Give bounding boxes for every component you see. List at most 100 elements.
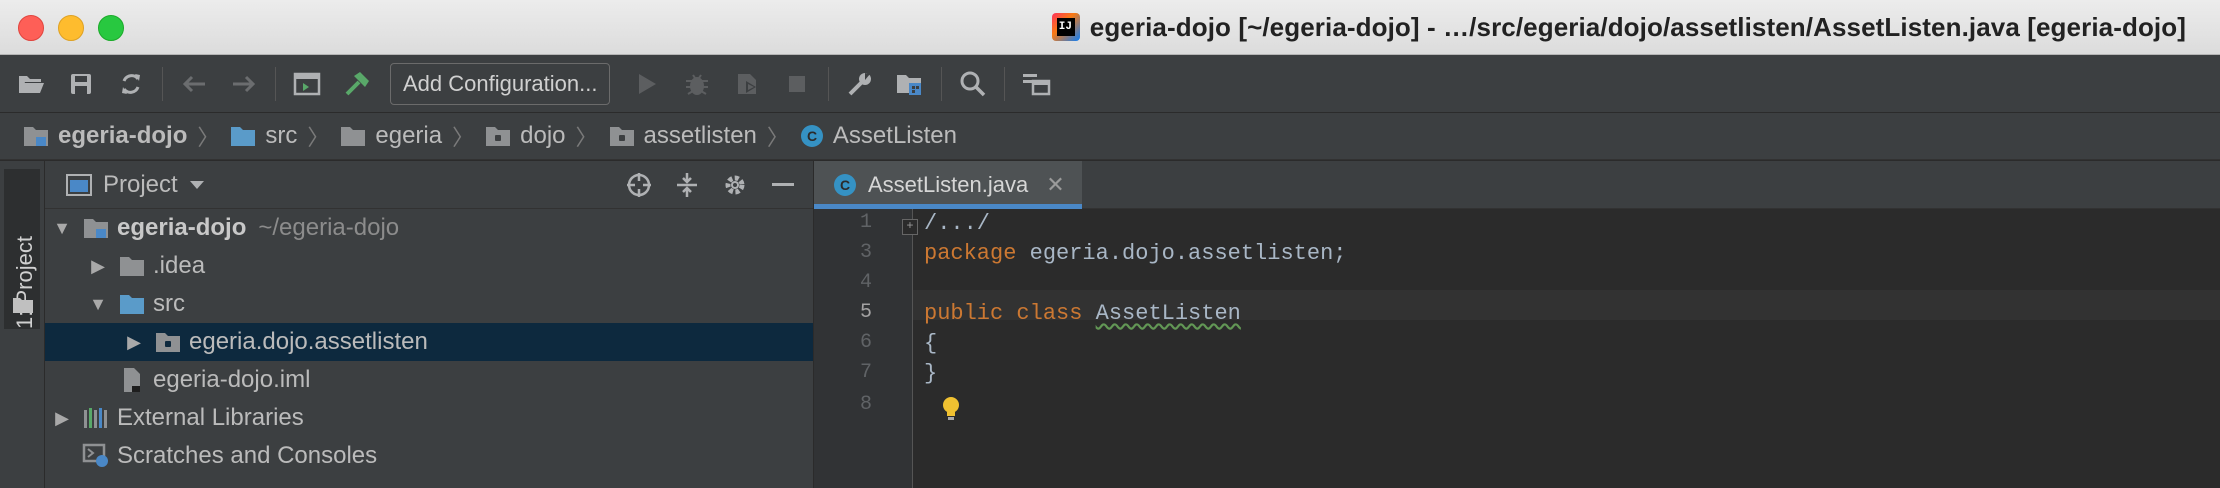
forward-arrow-icon[interactable] (219, 61, 269, 107)
stop-icon[interactable] (772, 61, 822, 107)
line-number: 3 (859, 241, 872, 264)
code-line-7: } (924, 359, 937, 389)
package-folder-icon (153, 329, 183, 355)
package-folder-icon (609, 127, 634, 146)
svg-text:C: C (840, 177, 850, 193)
package-name: egeria.dojo.assetlisten; (1016, 241, 1347, 266)
project-panel-header: Project (45, 161, 813, 209)
line-number-gutter[interactable]: 1 3 4 5 6 7 8 (814, 209, 913, 488)
project-panel-title: Project (103, 170, 178, 198)
code-line-5: public class AssetListen (924, 299, 1241, 329)
presentation-mode-icon[interactable] (1011, 61, 1061, 107)
editor-tab-assetlisten[interactable]: C AssetListen.java ✕ (814, 161, 1082, 209)
breadcrumb-separator: 〉 (575, 125, 598, 150)
breadcrumb-separator: 〉 (197, 125, 220, 150)
add-configuration-button[interactable]: Add Configuration... (390, 62, 611, 105)
project-view-selector[interactable]: Project (65, 171, 206, 199)
class-name: AssetListen (1095, 301, 1241, 326)
project-tab-label: 1: Project (12, 236, 37, 329)
gear-icon[interactable] (713, 167, 757, 203)
close-tab-icon[interactable]: ✕ (1046, 172, 1064, 198)
code-line-3: package egeria.dojo.assetlisten; (924, 239, 1346, 269)
java-class-icon: C (834, 173, 856, 196)
collapsed-arrow-icon[interactable]: ▶ (123, 332, 145, 353)
breadcrumb-item-src[interactable]: src (229, 122, 297, 150)
project-tool-window-tab[interactable]: 1: Project (4, 169, 40, 329)
expanded-arrow-icon[interactable]: ▼ (51, 218, 73, 239)
folder-icon (341, 127, 366, 146)
module-folder-icon (81, 215, 111, 241)
toolbar-separator (275, 66, 276, 101)
editor-tab-bar: C AssetListen.java ✕ (814, 161, 2220, 209)
svg-text:C: C (807, 128, 817, 144)
tree-item-package[interactable]: ▶ egeria.dojo.assetlisten (45, 323, 813, 361)
source-folder-icon (231, 127, 256, 146)
synchronize-icon[interactable] (106, 61, 156, 107)
project-window-icon (66, 173, 92, 196)
breadcrumb: egeria-dojo 〉 src 〉 egeria 〉 dojo 〉 asse… (0, 113, 2220, 160)
keyword-package: package (924, 241, 1017, 266)
tree-item-label: egeria.dojo.assetlisten (189, 328, 428, 355)
toolbar-separator (941, 66, 943, 101)
minimize-panel-icon[interactable] (761, 167, 805, 203)
tree-item-iml[interactable]: egeria-dojo.iml (45, 361, 813, 399)
toolbar-separator (1004, 66, 1006, 101)
code-line-1: /.../ (924, 209, 990, 239)
search-icon[interactable] (948, 61, 998, 107)
breadcrumb-label: egeria-dojo (58, 122, 188, 149)
toolbar-separator (162, 66, 163, 101)
code-line-6: { (924, 329, 937, 359)
build-hammer-icon[interactable] (332, 61, 382, 107)
tree-item-external-libraries[interactable]: ▶ External Libraries (45, 399, 813, 437)
tree-item-src[interactable]: ▼ src (45, 285, 813, 323)
back-arrow-icon[interactable] (169, 61, 219, 107)
tree-item-label: egeria-dojo.iml (153, 366, 311, 393)
breadcrumb-separator: 〉 (766, 125, 789, 150)
collapse-all-icon[interactable] (665, 167, 709, 203)
tree-item-egeria-dojo[interactable]: ▼ egeria-dojo ~/egeria-dojo (45, 209, 813, 247)
tree-item-idea[interactable]: ▶ .idea (45, 247, 813, 285)
run-window-icon[interactable] (282, 61, 332, 107)
libraries-icon (81, 405, 111, 431)
tree-item-scratches[interactable]: Scratches and Consoles (45, 437, 813, 475)
run-icon[interactable] (622, 61, 672, 107)
source-folder-icon (117, 291, 147, 317)
project-panel: Project ▼ egeria-dojo ~/egeria-dojo ▶ .i… (45, 161, 813, 488)
breadcrumb-label: AssetListen (832, 122, 957, 149)
module-folder-icon (24, 127, 48, 146)
open-brace: { (924, 331, 938, 356)
editor-area: C AssetListen.java ✕ 1 3 4 5 6 7 8 + /..… (814, 161, 2220, 488)
project-structure-icon[interactable] (885, 61, 935, 107)
collapsed-arrow-icon[interactable]: ▶ (87, 256, 109, 277)
fold-expand-icon[interactable]: + (902, 219, 918, 235)
expanded-arrow-icon[interactable]: ▼ (87, 294, 109, 315)
debug-bug-icon[interactable] (672, 61, 722, 107)
breadcrumb-item-assetlisten-class[interactable]: C AssetListen (799, 122, 957, 150)
breadcrumb-label: assetlisten (643, 122, 757, 149)
lightbulb-icon[interactable] (940, 395, 962, 423)
line-number: 6 (859, 331, 872, 354)
close-brace: } (924, 361, 938, 386)
breadcrumb-item-egeria[interactable]: egeria (339, 122, 442, 150)
save-all-icon[interactable] (56, 61, 106, 107)
collapsed-arrow-icon[interactable]: ▶ (51, 408, 73, 429)
minimize-window-button[interactable] (58, 15, 84, 41)
run-with-coverage-icon[interactable] (722, 61, 772, 107)
breadcrumb-item-dojo[interactable]: dojo (484, 122, 566, 150)
breadcrumb-item-project[interactable]: egeria-dojo (22, 122, 187, 150)
locate-crosshair-icon[interactable] (617, 167, 661, 203)
keyword-public-class: public class (924, 301, 1083, 326)
close-window-button[interactable] (18, 15, 44, 41)
line-number: 5 (859, 301, 872, 324)
tree-item-label: src (153, 290, 185, 317)
breadcrumb-item-assetlisten[interactable]: assetlisten (608, 122, 757, 150)
module-file-icon (117, 367, 147, 393)
open-folder-icon[interactable] (6, 61, 56, 107)
tree-item-label: .idea (153, 252, 206, 279)
breadcrumb-separator: 〉 (452, 125, 475, 150)
line-number: 1 (859, 211, 872, 234)
settings-wrench-icon[interactable] (835, 61, 885, 107)
maximize-window-button[interactable] (98, 15, 124, 41)
scratches-icon (81, 443, 111, 469)
line-number: 8 (859, 393, 872, 416)
